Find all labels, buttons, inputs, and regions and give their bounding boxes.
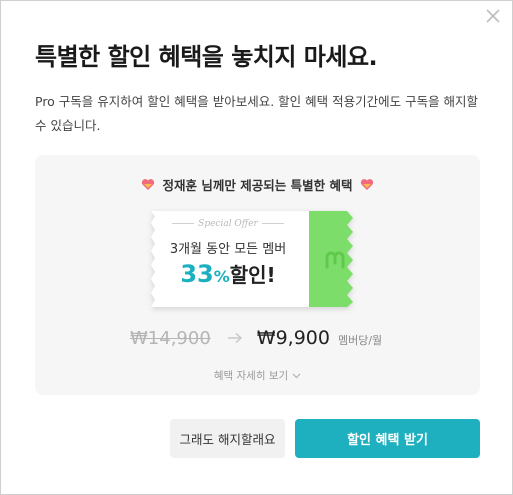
new-price: ₩9,900: [256, 327, 330, 349]
offer-heading: 정재훈 님께만 제공되는 특별한 혜택: [35, 175, 480, 194]
discount-ticket: Special Offer 3개월 동안 모든 멤버 33%할인!: [147, 211, 357, 307]
chevron-down-icon: [292, 373, 301, 379]
price-unit: 멤버당/월: [337, 334, 383, 347]
discount-dialog: 특별한 할인 혜택을 놓치지 마세요. Pro 구독을 유지하여 할인 혜택을 …: [0, 0, 513, 495]
offer-card: 정재훈 님께만 제공되는 특별한 혜택 Special Offer 3개월 동안…: [35, 155, 480, 395]
offer-heading-text: 정재훈 님께만 제공되는 특별한 혜택: [162, 178, 353, 193]
accept-discount-button[interactable]: 할인 혜택 받기: [295, 419, 480, 458]
ticket-line1: 3개월 동안 모든 멤버: [169, 242, 287, 257]
discount-number: 33: [180, 260, 214, 288]
discount-symbol: %: [213, 267, 230, 286]
cancel-subscription-button[interactable]: 그래도 해지할래요: [170, 419, 285, 458]
arrow-right-icon: [227, 332, 242, 344]
m-logo-icon: [325, 251, 345, 269]
special-offer-label: Special Offer: [147, 219, 309, 229]
heart-icon: [361, 179, 374, 190]
dialog-title: 특별한 할인 혜택을 놓치지 마세요.: [35, 43, 378, 71]
close-icon[interactable]: [484, 7, 502, 25]
heart-icon: [141, 179, 154, 190]
old-price: ₩14,900: [130, 328, 211, 349]
discount-amount: 33%할인!: [147, 259, 309, 288]
discount-word: 할인!: [229, 263, 276, 287]
benefit-details-link[interactable]: 혜택 자세히 보기: [35, 368, 480, 383]
dialog-description: Pro 구독을 유지하여 할인 혜택을 받아보세요. 할인 혜택 적용기간에도 …: [35, 94, 479, 133]
benefit-details-text: 혜택 자세히 보기: [213, 370, 289, 382]
price-row: ₩14,900 ₩9,900 멤버당/월: [130, 327, 382, 349]
